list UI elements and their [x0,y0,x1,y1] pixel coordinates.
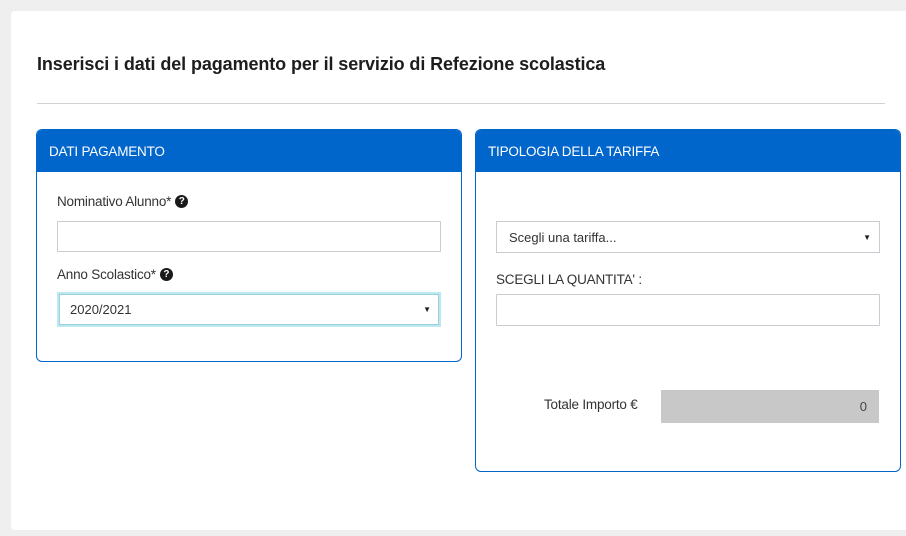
payment-data-panel-header: DATI PAGAMENTO [37,130,461,172]
school-year-select[interactable]: 2020/2021 ▼ [57,292,441,327]
caret-down-icon: ▼ [863,232,871,242]
tariff-select[interactable]: Scegli una tariffa... ▼ [496,221,880,253]
student-name-label-row: Nominativo Alunno* ? [57,194,189,209]
tariff-select-placeholder: Scegli una tariffa... [509,229,617,245]
quantity-label-row: SCEGLI LA QUANTITA' : [496,272,642,287]
quantity-input[interactable] [496,294,880,326]
page-title: Inserisci i dati del pagamento per il se… [37,54,606,74]
question-circle-icon[interactable]: ? [159,268,173,281]
quantity-label: SCEGLI LA QUANTITA' : [496,272,642,287]
total-amount-field: 0 [661,390,879,423]
tariff-type-panel-header: TIPOLOGIA DELLA TARIFFA [476,130,900,172]
question-circle-icon[interactable]: ? [175,195,189,208]
student-name-input[interactable] [57,221,441,252]
student-name-label: Nominativo Alunno* [57,194,172,209]
school-year-label-row: Anno Scolastico* ? [57,267,173,282]
title-divider [37,103,885,104]
school-year-value: 2020/2021 [70,302,132,317]
caret-down-icon: ▼ [423,305,431,314]
school-year-label: Anno Scolastico* [57,267,156,282]
total-amount-label: Totale Importo € [544,397,638,412]
